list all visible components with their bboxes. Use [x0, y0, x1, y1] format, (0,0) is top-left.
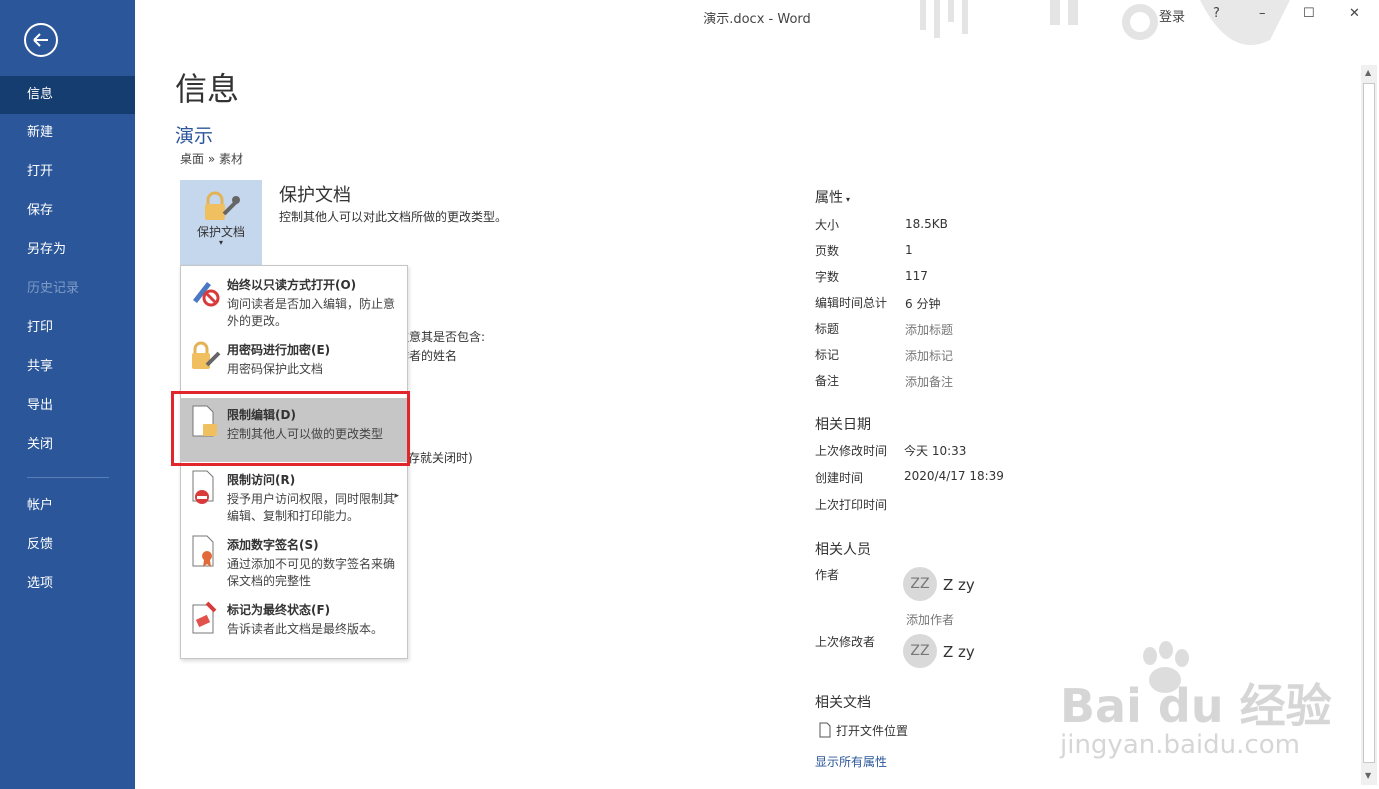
menu-item-description: 授予用户访问权限，同时限制其编辑、复制和打印能力。: [227, 492, 396, 523]
properties-heading-label: 属性: [815, 190, 843, 206]
document-path: 桌面 » 素材: [180, 152, 243, 166]
nav-history: 历史记录: [27, 281, 80, 296]
submenu-arrow-icon: ▸: [394, 491, 399, 501]
nav-divider: [27, 477, 109, 478]
prop-label-comments: 备注: [815, 374, 840, 388]
date-label-created: 创建时间: [815, 471, 864, 485]
prop-label-title: 标题: [815, 322, 840, 336]
menu-item-encrypt-password[interactable]: 用密码进行加密(E) 用密码保护此文档: [181, 333, 407, 395]
menu-item-description: 用密码保护此文档: [227, 362, 324, 376]
menu-item-title: 用密码进行加密(E): [227, 343, 331, 357]
backstage-sidebar: 信息 新建 打开 保存 另存为 历史记录 打印 共享 导出 关闭 帐户 反馈 选…: [0, 0, 135, 789]
nav-feedback[interactable]: 反馈: [0, 526, 135, 564]
menu-item-title: 添加数字签名(S): [227, 538, 319, 552]
related-people-heading: 相关人员: [815, 542, 871, 558]
protect-heading: 保护文档: [279, 185, 351, 206]
menu-item-description: 告诉读者此文档是最终版本。: [227, 622, 384, 636]
prop-label-size: 大小: [815, 218, 840, 232]
menu-item-title: 始终以只读方式打开(O): [227, 278, 357, 292]
signin-link[interactable]: 登录: [1159, 6, 1185, 25]
add-author-link[interactable]: 添加作者: [906, 611, 954, 628]
protect-description: 控制其他人可以对此文档所做的更改类型。: [279, 210, 508, 224]
scroll-down-icon[interactable]: ▼: [1365, 771, 1371, 780]
nav-account[interactable]: 帐户: [0, 487, 135, 525]
author-name[interactable]: Z zy: [943, 576, 975, 594]
prop-label-edit-time: 编辑时间总计: [815, 296, 888, 310]
related-docs-heading: 相关文档: [815, 695, 871, 711]
window-title: 演示.docx - Word: [703, 12, 811, 27]
nav-save-as[interactable]: 另存为: [0, 231, 135, 269]
menu-item-restrict-access[interactable]: 限制访问(R) 授予用户访问权限，同时限制其编辑、复制和打印能力。 ▸: [181, 463, 407, 525]
document-ribbon-icon: [192, 535, 214, 567]
title-bar: 演示.docx - Word 登录 ? – ☐ ✕: [135, 0, 1379, 32]
prop-tags-input[interactable]: 添加标记: [905, 347, 953, 364]
document-icon: [819, 722, 831, 738]
open-file-location-label: 打开文件位置: [836, 724, 909, 738]
nav-export[interactable]: 导出: [0, 387, 135, 425]
back-arrow-icon: [33, 33, 48, 47]
lock-key-icon: [205, 191, 240, 220]
watermark-brand: Bai du 经验: [1060, 679, 1332, 733]
protect-document-button[interactable]: 保护文档 ▾: [180, 180, 262, 266]
lock-key-icon: [192, 341, 221, 369]
nav-share[interactable]: 共享: [0, 348, 135, 386]
prop-label-pages: 页数: [815, 244, 840, 258]
pencil-no-edit-icon: [193, 282, 220, 307]
last-modified-by-label: 上次修改者: [815, 635, 876, 649]
author-label: 作者: [815, 568, 840, 582]
menu-item-always-read-only[interactable]: 始终以只读方式打开(O) 询问读者是否加入编辑，防止意外的更改。: [181, 268, 407, 330]
prop-value-size: 18.5KB: [905, 217, 948, 231]
nav-new[interactable]: 新建: [0, 114, 135, 152]
watermark-url: jingyan.baidu.com: [1060, 730, 1300, 760]
nav-close[interactable]: 关闭: [0, 426, 135, 464]
show-all-properties-link[interactable]: 显示所有属性: [815, 753, 887, 770]
vertical-scrollbar[interactable]: ▲ ▼: [1361, 65, 1377, 785]
prop-value-edit-time: 6 分钟: [905, 297, 941, 311]
baidu-watermark: Bai du 经验 jingyan.baidu.com: [1060, 640, 1360, 770]
prop-comments-input[interactable]: 添加备注: [905, 373, 953, 390]
minimize-button[interactable]: –: [1259, 6, 1266, 21]
prop-value-pages: 1: [905, 243, 913, 257]
menu-item-mark-final[interactable]: 标记为最终状态(F) 告诉读者此文档是最终版本。: [181, 593, 407, 655]
close-window-button[interactable]: ✕: [1349, 6, 1360, 21]
menu-item-title: 限制访问(R): [227, 473, 296, 487]
nav-info[interactable]: 信息: [0, 76, 135, 114]
related-dates-heading: 相关日期: [815, 417, 871, 433]
date-label-modified: 上次修改时间: [815, 444, 888, 458]
date-value-created: 2020/4/17 18:39: [904, 469, 1004, 483]
menu-item-title: 标记为最终状态(F): [227, 603, 331, 617]
scroll-thumb[interactable]: [1363, 83, 1375, 763]
maximize-button[interactable]: ☐: [1303, 6, 1315, 21]
prop-label-words: 字数: [815, 270, 840, 284]
chevron-down-icon: ▾: [846, 195, 851, 204]
nav-open[interactable]: 打开: [0, 153, 135, 191]
back-button[interactable]: [24, 23, 58, 57]
versions-note: 存就关闭时): [408, 451, 473, 465]
properties-heading[interactable]: 属性 ▾: [815, 187, 850, 207]
menu-item-description: 通过添加不可见的数字签名来确保文档的完整性: [227, 557, 396, 588]
highlight-outline: [171, 391, 410, 466]
nav-print[interactable]: 打印: [0, 309, 135, 347]
modifier-avatar: ZZ: [903, 634, 937, 668]
document-name: 演示: [175, 125, 214, 147]
document-no-access-icon: [192, 470, 214, 504]
dropdown-caret-icon: ▾: [218, 238, 223, 247]
date-label-printed: 上次打印时间: [815, 498, 888, 512]
prop-label-tags: 标记: [815, 348, 840, 362]
stamp-document-icon: [192, 601, 217, 634]
prop-value-words: 117: [905, 269, 928, 283]
nav-save[interactable]: 保存: [0, 192, 135, 230]
menu-item-description: 询问读者是否加入编辑，防止意外的更改。: [227, 297, 396, 328]
date-value-modified: 今天 10:33: [904, 444, 967, 458]
modifier-name[interactable]: Z zy: [943, 643, 975, 661]
scroll-up-icon[interactable]: ▲: [1365, 68, 1371, 77]
menu-item-digital-signature[interactable]: 添加数字签名(S) 通过添加不可见的数字签名来确保文档的完整性: [181, 528, 407, 590]
help-button[interactable]: ?: [1213, 6, 1220, 21]
nav-options[interactable]: 选项: [0, 565, 135, 603]
inspect-note: 注意其是否包含:: [397, 330, 486, 344]
prop-title-input[interactable]: 添加标题: [905, 321, 953, 338]
page-title: 信息: [175, 70, 240, 108]
author-avatar: ZZ: [903, 567, 937, 601]
